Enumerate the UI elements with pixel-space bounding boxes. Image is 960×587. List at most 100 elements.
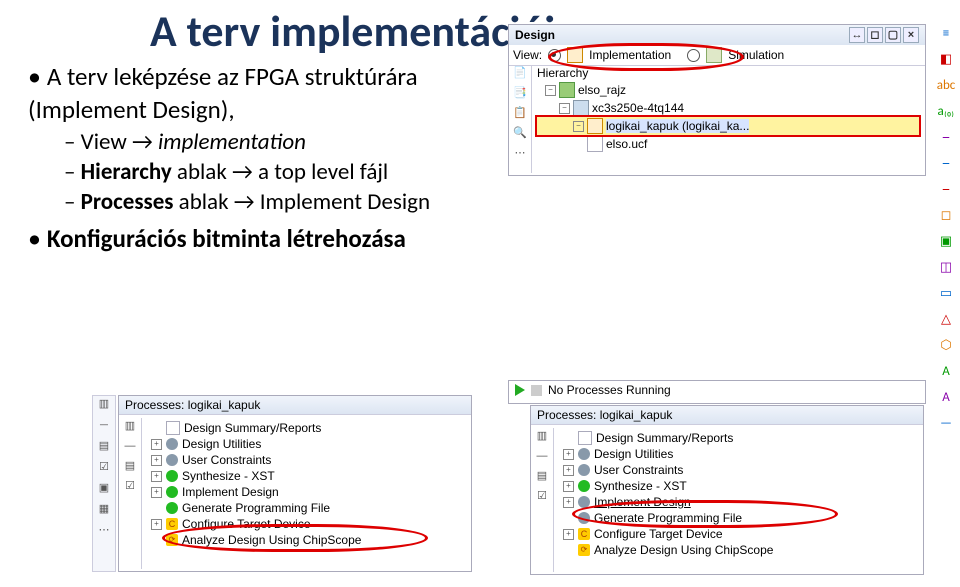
icon-1[interactable]: 📄 <box>512 65 528 81</box>
implementation-icon <box>567 47 583 63</box>
tree-row[interactable]: elso_rajz <box>537 81 919 99</box>
process-row[interactable]: Synthesize - XST <box>145 468 467 484</box>
toolbar-icon[interactable]: ⎯ <box>936 154 956 174</box>
bullet-1: A terv leképzése az FPGA struktúrára (Im… <box>28 60 448 126</box>
toolbar-icon[interactable]: ◫ <box>936 258 956 278</box>
tb-icon[interactable]: ▥ <box>96 396 112 412</box>
icon-3[interactable]: 📋 <box>512 105 528 121</box>
tree-row[interactable]: xc3s250e-4tq144 <box>537 99 919 117</box>
processes-list: Design Summary/ReportsDesign UtilitiesUs… <box>555 428 921 572</box>
processes-header: Processes: logikai_kapuk <box>119 396 471 415</box>
status-icon <box>166 502 178 514</box>
toolbar-icon[interactable]: a₍₀₎ <box>936 102 956 122</box>
process-row[interactable]: Design Summary/Reports <box>557 430 919 446</box>
processes-panel-right: Processes: logikai_kapuk ▥ — ▤ ☑ Design … <box>530 405 924 575</box>
tb-icon[interactable]: ▤ <box>534 468 550 484</box>
status-icon <box>166 454 178 466</box>
process-label: Design Summary/Reports <box>184 421 321 435</box>
icon-5[interactable]: ⋯ <box>512 145 528 161</box>
panel-window-buttons[interactable]: ↔ ◻ ▢ × <box>849 27 919 43</box>
process-row[interactable]: Configure Target Device <box>145 516 467 532</box>
status-icon <box>166 486 178 498</box>
bullet-2b: Hierarchy ablak → a top level fájl <box>64 158 448 188</box>
process-row[interactable]: User Constraints <box>145 452 467 468</box>
process-label: Synthesize - XST <box>182 469 275 483</box>
tb-icon[interactable]: ▥ <box>122 418 138 434</box>
process-row[interactable]: Configure Target Device <box>557 526 919 542</box>
toolbar-icon[interactable]: A <box>936 388 956 408</box>
icon-4[interactable]: 🔍 <box>512 125 528 141</box>
tree-toggle-icon[interactable] <box>151 471 162 482</box>
tb-icon[interactable]: ☑ <box>96 459 112 475</box>
no-processes-panel: No Processes Running <box>508 380 926 404</box>
implementation-label[interactable]: Implementation <box>589 48 671 62</box>
toolbar-icon[interactable]: △ <box>936 310 956 330</box>
process-row[interactable]: Generate Programming File <box>557 510 919 526</box>
toolbar-icon[interactable]: A <box>936 362 956 382</box>
process-row[interactable]: Analyze Design Using ChipScope <box>557 542 919 558</box>
tb-icon[interactable]: ▤ <box>96 438 112 454</box>
simulation-label[interactable]: Simulation <box>728 48 784 62</box>
process-row[interactable]: Design Utilities <box>557 446 919 462</box>
radio-implementation[interactable] <box>548 49 561 62</box>
status-icon <box>578 448 590 460</box>
tree-toggle-icon[interactable] <box>563 529 574 540</box>
toolbar-icon[interactable]: — <box>936 414 956 434</box>
tb-icon[interactable]: ▤ <box>122 458 138 474</box>
process-row[interactable]: Analyze Design Using ChipScope <box>145 532 467 548</box>
run-icon[interactable] <box>515 384 525 396</box>
toolbar-icon[interactable]: ⬡ <box>936 336 956 356</box>
no-processes-label: No Processes Running <box>548 383 671 397</box>
tree-toggle-icon[interactable] <box>151 487 162 498</box>
toolbar-icon[interactable]: abc <box>936 76 956 96</box>
process-row[interactable]: Design Summary/Reports <box>145 420 467 436</box>
radio-simulation[interactable] <box>687 49 700 62</box>
dock-icon[interactable]: ↔ <box>849 27 865 43</box>
tb-icon[interactable]: — <box>96 417 112 433</box>
process-row[interactable]: Synthesize - XST <box>557 478 919 494</box>
status-icon <box>166 470 178 482</box>
tb-icon[interactable]: ▥ <box>534 428 550 444</box>
process-row[interactable]: Implement Design <box>557 494 919 510</box>
processes-title: Processes: logikai_kapuk <box>125 398 260 412</box>
tree-toggle-icon[interactable] <box>563 465 574 476</box>
tb-icon[interactable]: ▣ <box>96 480 112 496</box>
tb-icon[interactable]: ☑ <box>122 478 138 494</box>
design-title: Design <box>515 28 555 42</box>
toolbar-icon[interactable]: ≡ <box>936 24 956 44</box>
toolbar-icon[interactable]: ◧ <box>936 50 956 70</box>
tree-toggle-icon[interactable] <box>573 121 584 132</box>
tb-icon[interactable]: ☑ <box>534 488 550 504</box>
process-row[interactable]: Implement Design <box>145 484 467 500</box>
tree-toggle-icon[interactable] <box>151 439 162 450</box>
tree-row-selected[interactable]: logikai_kapuk (logikai_ka... <box>537 117 919 135</box>
restore-icon[interactable]: ◻ <box>867 27 883 43</box>
status-icon <box>578 480 590 492</box>
tree-toggle-icon[interactable] <box>151 519 162 530</box>
tree-label: elso_rajz <box>578 83 626 97</box>
toolbar-icon[interactable]: ◻ <box>936 206 956 226</box>
toolbar-icon[interactable]: ⎯ <box>936 180 956 200</box>
tree-toggle-icon[interactable] <box>563 497 574 508</box>
close-icon[interactable]: × <box>903 27 919 43</box>
tree-toggle-icon[interactable] <box>545 85 556 96</box>
ucf-icon <box>587 136 603 152</box>
process-row[interactable]: Design Utilities <box>145 436 467 452</box>
toolbar-icon[interactable]: ⎯ <box>936 128 956 148</box>
tb-icon[interactable]: ▦ <box>96 501 112 517</box>
process-row[interactable]: Generate Programming File <box>145 500 467 516</box>
tree-toggle-icon[interactable] <box>563 481 574 492</box>
tree-row[interactable]: elso.ucf <box>537 135 919 153</box>
toolbar-icon[interactable]: ▣ <box>936 232 956 252</box>
process-row[interactable]: User Constraints <box>557 462 919 478</box>
tb-icon[interactable]: ⋯ <box>96 522 112 538</box>
icon-2[interactable]: 📑 <box>512 85 528 101</box>
tb-icon[interactable]: — <box>122 438 138 454</box>
project-icon <box>559 82 575 98</box>
toolbar-icon[interactable]: ▭ <box>936 284 956 304</box>
tb-icon[interactable]: — <box>534 448 550 464</box>
tree-toggle-icon[interactable] <box>151 455 162 466</box>
maximize-icon[interactable]: ▢ <box>885 27 901 43</box>
tree-toggle-icon[interactable] <box>563 449 574 460</box>
tree-toggle-icon[interactable] <box>559 103 570 114</box>
